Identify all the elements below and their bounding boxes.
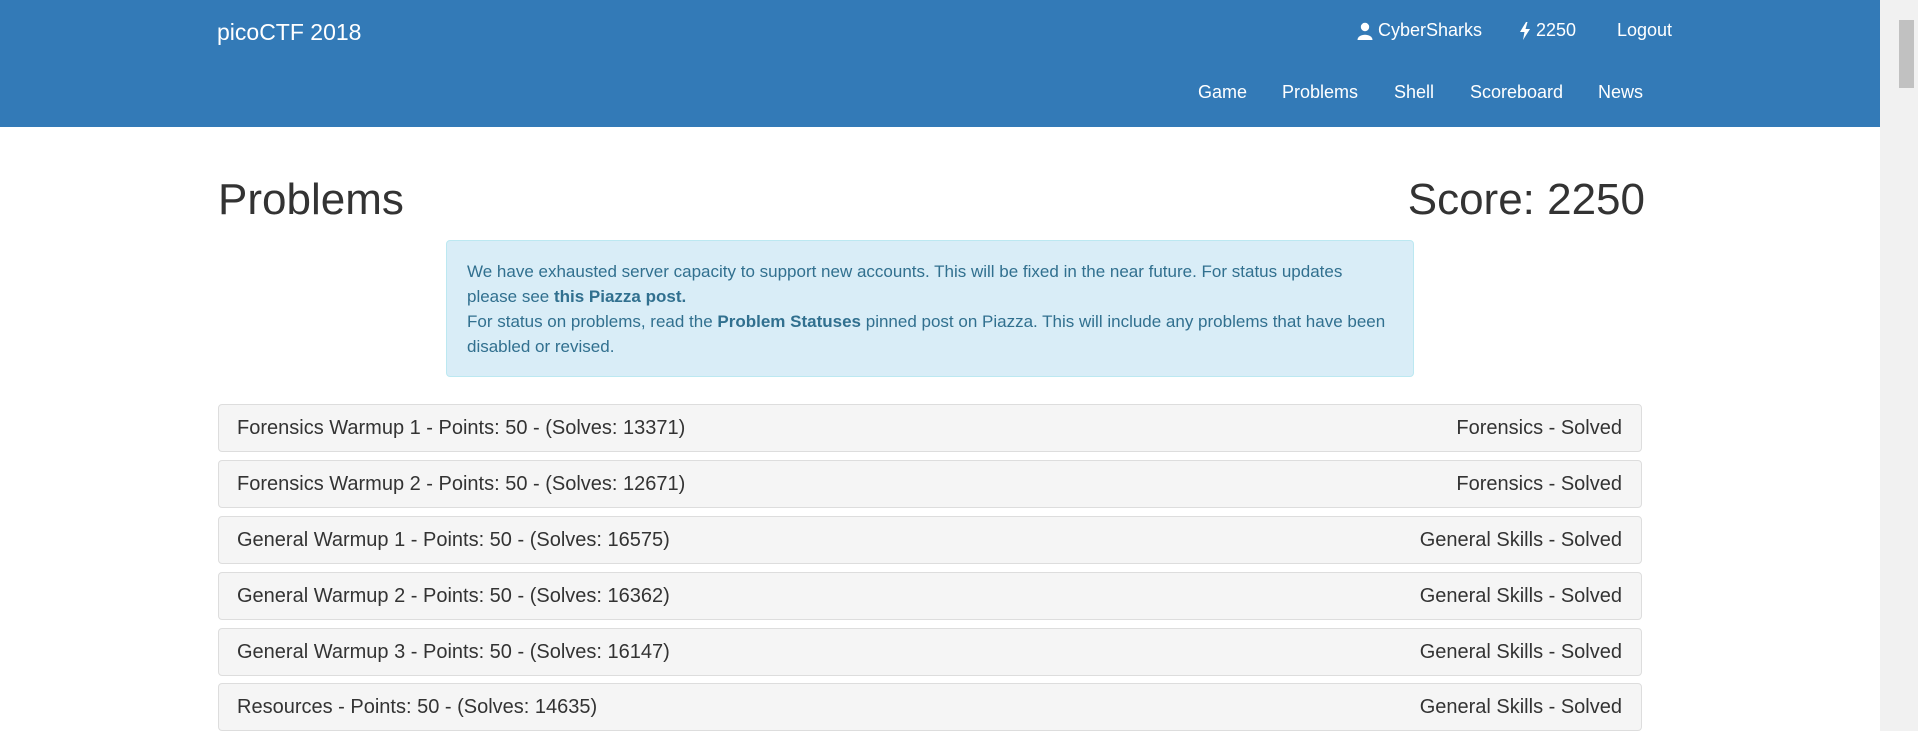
problem-label: Resources - Points: 50 - (Solves: 14635)	[237, 696, 598, 718]
nav-item-news[interactable]: News	[1598, 82, 1643, 103]
problem-status: Forensics - Solved	[1456, 473, 1622, 495]
page-title: Problems	[218, 175, 404, 224]
problem-label: Forensics Warmup 2 - Points: 50 - (Solve…	[237, 473, 686, 495]
problem-status: Forensics - Solved	[1456, 417, 1622, 439]
points-link[interactable]: 2250	[1519, 20, 1576, 41]
problem-row-general-warmup-2[interactable]: General Warmup 2 - Points: 50 - (Solves:…	[218, 572, 1642, 620]
user-name: CyberSharks	[1378, 20, 1483, 40]
score-display: Score: 2250	[1407, 175, 1645, 224]
nav-item-game[interactable]: Game	[1198, 82, 1247, 103]
problem-row-general-warmup-3[interactable]: General Warmup 3 - Points: 50 - (Solves:…	[218, 628, 1642, 676]
problem-status: General Skills - Solved	[1419, 641, 1622, 663]
user-profile-link[interactable]: CyberSharks	[1357, 20, 1482, 41]
problem-status: General Skills - Solved	[1419, 696, 1622, 718]
user-icon	[1357, 22, 1373, 40]
nav-item-scoreboard[interactable]: Scoreboard	[1470, 82, 1563, 103]
problem-label: General Warmup 1 - Points: 50 - (Solves:…	[237, 529, 670, 551]
scrollbar-thumb[interactable]	[1899, 20, 1914, 88]
problem-label: General Warmup 3 - Points: 50 - (Solves:…	[237, 641, 670, 663]
server-capacity-alert: We have exhausted server capacity to sup…	[446, 240, 1414, 377]
problem-status: General Skills - Solved	[1419, 585, 1622, 607]
nav-item-shell[interactable]: Shell	[1394, 82, 1434, 103]
brand-link[interactable]: picoCTF 2018	[217, 19, 361, 46]
problem-row-resources[interactable]: Resources - Points: 50 - (Solves: 14635)…	[218, 683, 1642, 731]
problem-status: General Skills - Solved	[1419, 529, 1622, 551]
problem-label: Forensics Warmup 1 - Points: 50 - (Solve…	[237, 417, 686, 439]
problem-statuses-text: Problem Statuses	[717, 312, 862, 331]
nav-item-problems[interactable]: Problems	[1282, 82, 1358, 103]
logout-link[interactable]: Logout	[1617, 20, 1672, 41]
vertical-scrollbar[interactable]	[1880, 0, 1918, 731]
problem-row-forensics-warmup-2[interactable]: Forensics Warmup 2 - Points: 50 - (Solve…	[218, 460, 1642, 508]
problem-row-forensics-warmup-1[interactable]: Forensics Warmup 1 - Points: 50 - (Solve…	[218, 404, 1642, 452]
alert-line2-prefix: For status on problems, read the	[467, 312, 718, 331]
problem-row-general-warmup-1[interactable]: General Warmup 1 - Points: 50 - (Solves:…	[218, 516, 1642, 564]
problem-label: General Warmup 2 - Points: 50 - (Solves:…	[237, 585, 670, 607]
points-value: 2250	[1536, 20, 1577, 40]
top-navbar: picoCTF 2018 CyberSharks 2250 Logout Gam…	[0, 0, 1880, 127]
piazza-post-link[interactable]: this Piazza post.	[554, 287, 686, 306]
lightning-icon	[1520, 21, 1530, 40]
